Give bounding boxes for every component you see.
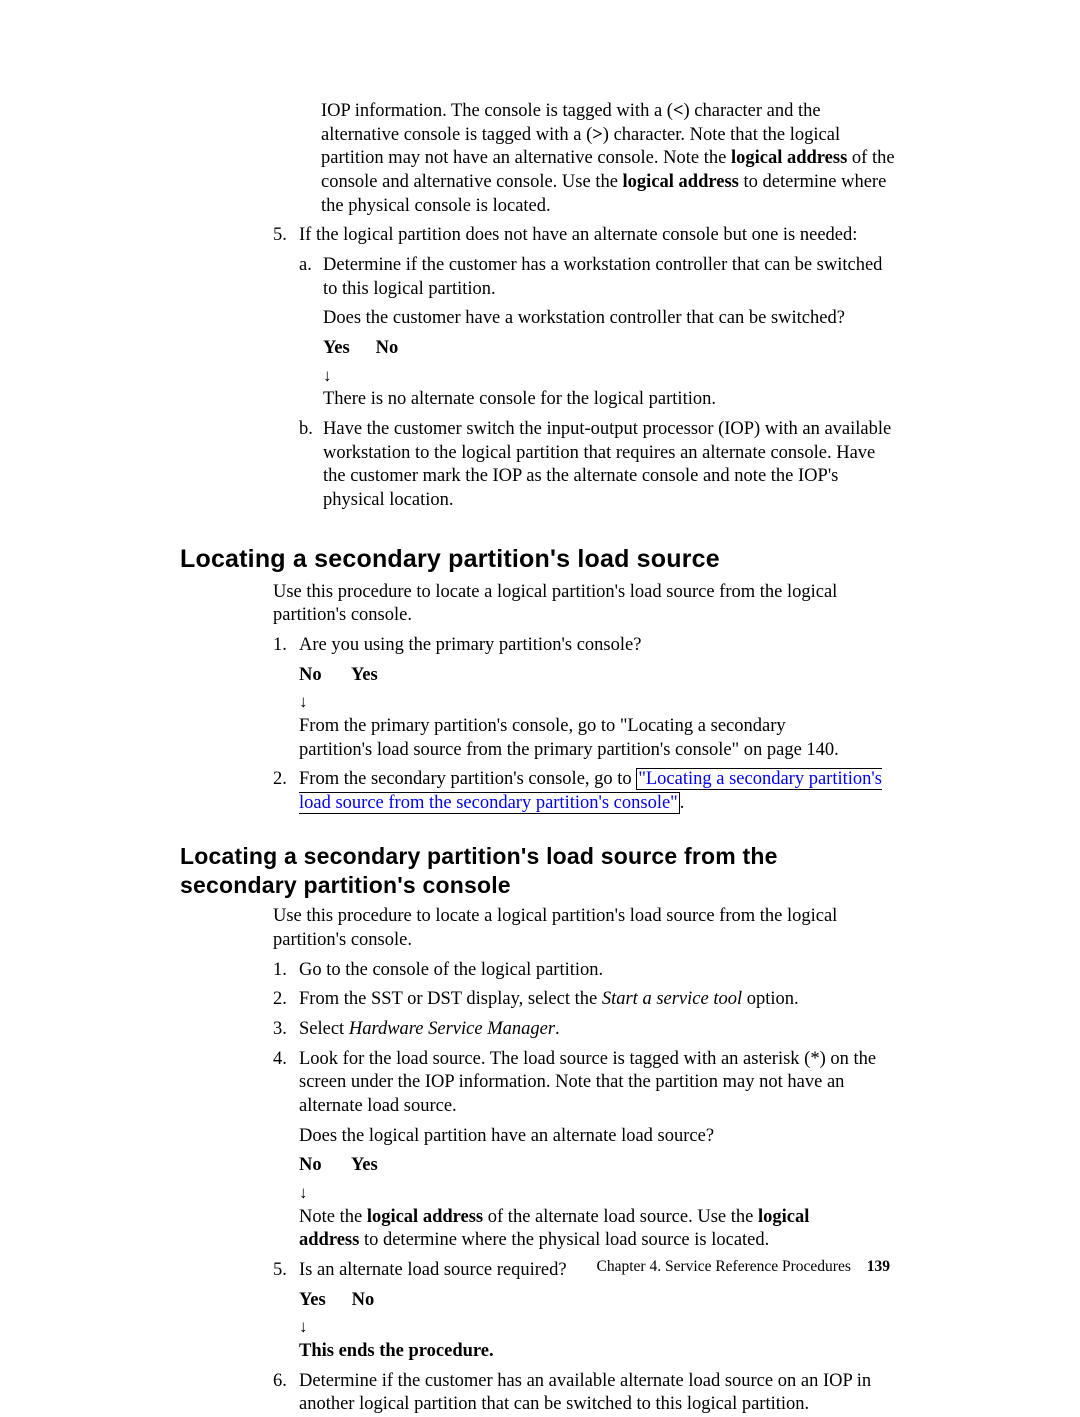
yes-label: Yes — [323, 337, 371, 361]
section1-step1-question: Are you using the primary partition's co… — [299, 635, 641, 655]
step-5a: a. Determine if the customer has a works… — [299, 254, 900, 412]
down-arrow-icon: ↓ — [323, 365, 371, 387]
step-5b-text: Have the customer switch the input-outpu… — [323, 419, 891, 510]
section2-step4-question: Does the logical partition have an alter… — [299, 1125, 900, 1149]
no-answer: There is no alternate console for the lo… — [323, 388, 848, 412]
section1-step-1: 1. Are you using the primary partition's… — [180, 634, 900, 762]
list-marker: b. — [299, 418, 313, 442]
step-5a-text: Determine if the customer has a workstat… — [323, 255, 882, 299]
text: . — [680, 793, 685, 813]
heading-locating-load-source: Locating a secondary partition's load so… — [180, 543, 900, 575]
down-arrow-icon: ↓ — [299, 1316, 347, 1338]
section2-step-1: 1. Go to the console of the logical part… — [180, 959, 900, 983]
gt-char: > — [592, 125, 603, 145]
list-marker: 3. — [273, 1018, 287, 1042]
footer-page-number: 139 — [867, 1258, 890, 1275]
page-body: IOP information. The console is tagged w… — [180, 100, 900, 1417]
step-5: 5. If the logical partition does not hav… — [180, 224, 900, 512]
yes-label: Yes — [351, 665, 378, 685]
continuation-paragraph: IOP information. The console is tagged w… — [321, 100, 900, 218]
list-marker: 5. — [273, 1259, 287, 1283]
no-label: No — [376, 338, 399, 358]
page-footer: Chapter 4. Service Reference Procedures … — [597, 1257, 890, 1277]
footer-chapter: Chapter 4. Service Reference Procedures — [597, 1258, 851, 1275]
section2-step5-question: Is an alternate load source required? — [299, 1260, 567, 1280]
no-yes-block: No Yes ↓ From the primary partition's co… — [299, 664, 900, 763]
no-yes-block: No Yes ↓ Note the logical address of the… — [299, 1154, 900, 1253]
text: From the SST or DST display, select the — [299, 989, 602, 1009]
logical-address: logical address — [367, 1207, 483, 1227]
text: IOP information. The console is tagged w… — [321, 101, 673, 121]
section2-step-3: 3. Select Hardware Service Manager. — [180, 1018, 900, 1042]
yes-no-block: Yes No ↓ There is no alternate console f… — [323, 337, 900, 412]
step-5b: b. Have the customer switch the input-ou… — [299, 418, 900, 513]
text: Look for the load source. The load sourc… — [299, 1049, 876, 1116]
yes-answer: Note the logical address of the alternat… — [299, 1206, 848, 1253]
section1-step-2: 2. From the secondary partition's consol… — [180, 768, 900, 815]
text: Go to the console of the logical partiti… — [299, 960, 603, 980]
list-marker: a. — [299, 254, 312, 278]
list-marker: 1. — [273, 959, 287, 983]
text: Note the — [299, 1207, 367, 1227]
section2-step-6: 6. Determine if the customer has an avai… — [180, 1370, 900, 1417]
down-arrow-icon: ↓ — [299, 1182, 347, 1204]
yes-label: Yes — [351, 1155, 378, 1175]
no-label: No — [299, 1154, 347, 1178]
text: option. — [742, 989, 799, 1009]
section2-step-4: 4. Look for the load source. The load so… — [180, 1048, 900, 1253]
no-label: No — [299, 664, 347, 688]
no-label: No — [352, 1290, 375, 1310]
list-marker: 6. — [273, 1370, 287, 1394]
list-marker: 2. — [273, 768, 287, 792]
text: of the alternate load source. Use the — [483, 1207, 758, 1227]
step-5a-question: Does the customer have a workstation con… — [323, 307, 900, 331]
ui-option: Hardware Service Manager — [349, 1019, 555, 1039]
yes-answer: From the primary partition's console, go… — [299, 715, 848, 762]
yes-label: Yes — [299, 1289, 347, 1313]
section2-step-2: 2. From the SST or DST display, select t… — [180, 988, 900, 1012]
heading-from-secondary-console: Locating a secondary partition's load so… — [180, 842, 900, 900]
text: . — [555, 1019, 560, 1039]
lt-char: < — [673, 101, 684, 121]
text: From the secondary partition's console, … — [299, 769, 636, 789]
down-arrow-icon: ↓ — [299, 691, 347, 713]
logical-address: logical address — [731, 148, 847, 168]
text: Select — [299, 1019, 349, 1039]
no-answer: This ends the procedure. — [299, 1340, 848, 1364]
list-marker: 1. — [273, 634, 287, 658]
section2-intro: Use this procedure to locate a logical p… — [273, 905, 900, 952]
step-5-text: If the logical partition does not have a… — [299, 225, 857, 245]
logical-address: logical address — [623, 172, 739, 192]
yes-no-block: Yes No ↓ This ends the procedure. — [299, 1289, 900, 1364]
list-marker: 4. — [273, 1048, 287, 1072]
text: to determine where the physical load sou… — [359, 1230, 769, 1250]
list-marker: 5. — [273, 224, 287, 248]
section1-intro: Use this procedure to locate a logical p… — [273, 581, 900, 628]
list-marker: 2. — [273, 988, 287, 1012]
ui-option: Start a service tool — [602, 989, 742, 1009]
text: Determine if the customer has an availab… — [299, 1371, 871, 1415]
